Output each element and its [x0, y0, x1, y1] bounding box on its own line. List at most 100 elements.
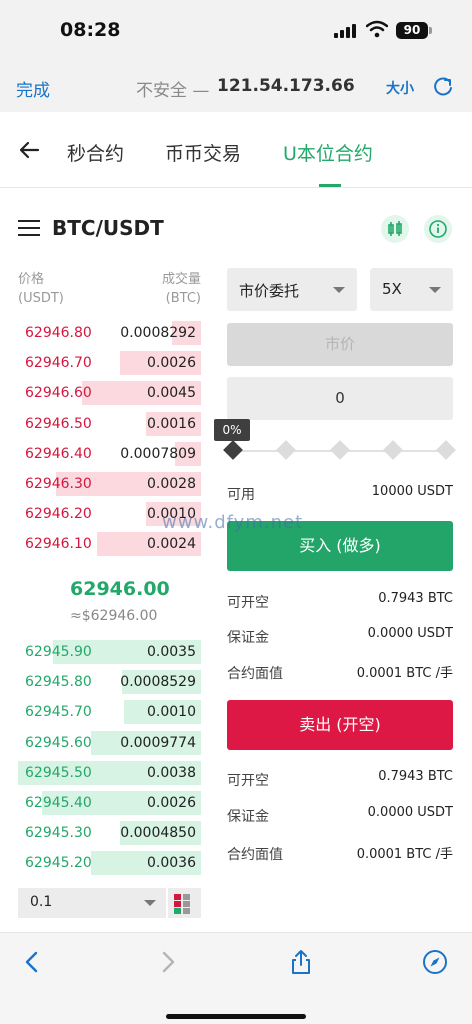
- battery-icon: 90: [396, 22, 428, 39]
- volume-header-label: 成交量: [161, 272, 201, 287]
- volume-column-header: 成交量 (BTC): [162, 270, 201, 308]
- browser-forward-icon[interactable]: [155, 949, 181, 975]
- chevron-down-icon: [429, 287, 441, 293]
- buy-max-open-value: 0.7943 BTC: [378, 591, 453, 606]
- sell-margin-value: 0.0000 USDT: [367, 805, 453, 820]
- book-view-toggle-icon[interactable]: [168, 888, 201, 918]
- ask-price: 62946.70: [25, 355, 92, 372]
- ask-price: 62946.80: [25, 325, 92, 341]
- slider-node-100[interactable]: [436, 440, 456, 460]
- price-column-header: 价格 (USDT): [18, 270, 64, 308]
- ask-row[interactable]: 62946.70 0.0026: [18, 351, 201, 376]
- ask-price: 62946.10: [25, 536, 92, 553]
- reload-icon[interactable]: [432, 76, 454, 98]
- bid-quantity: 0.0036: [147, 855, 196, 872]
- amount-input[interactable]: [227, 377, 453, 420]
- pair-title[interactable]: BTC/USDT: [52, 216, 164, 240]
- bid-row[interactable]: 62945.60 0.0009774: [18, 730, 201, 755]
- last-price-usd: ≈$62946.00: [70, 608, 158, 624]
- sell-contract-size-label: 合约面值: [227, 847, 283, 863]
- sell-contract-size-value: 0.0001 BTC /手: [356, 847, 453, 862]
- back-arrow-icon[interactable]: [18, 139, 40, 161]
- bid-row[interactable]: 62945.30 0.0004850: [18, 821, 201, 846]
- bid-row[interactable]: 62945.40 0.0026: [18, 791, 201, 815]
- url-host[interactable]: 121.54.173.66: [217, 76, 355, 96]
- ask-row[interactable]: 62946.40 0.0007809: [18, 441, 201, 466]
- leverage-value: 5X: [382, 280, 402, 298]
- chevron-down-icon: [144, 900, 156, 906]
- buy-margin-value: 0.0000 USDT: [367, 626, 453, 641]
- bid-row[interactable]: 62945.80 0.0008529: [18, 670, 201, 695]
- ask-quantity: 0.0007809: [120, 445, 196, 462]
- bid-price: 62945.80: [25, 674, 92, 691]
- sell-max-open-label: 可开空: [227, 773, 269, 789]
- browser-toolbar: [0, 932, 472, 1024]
- bid-row[interactable]: 62945.90 0.0035: [18, 640, 201, 664]
- ask-quantity: 0.0024: [147, 536, 196, 553]
- text-size-button[interactable]: 大小: [386, 78, 414, 98]
- ask-row[interactable]: 62946.30 0.0028: [18, 472, 201, 496]
- status-bar: 08:28 90: [0, 0, 472, 62]
- available-value: 10000 USDT: [371, 484, 453, 499]
- sell-max-open-value: 0.7943 BTC: [378, 769, 453, 784]
- bid-price: 62945.70: [25, 704, 92, 721]
- ask-quantity: 0.0016: [147, 415, 196, 432]
- tab-spot-trading[interactable]: 币币交易: [165, 139, 241, 166]
- bid-quantity: 0.0009774: [120, 734, 196, 751]
- bid-row[interactable]: 62945.20 0.0036: [18, 851, 201, 876]
- price-header-label: 价格: [18, 272, 45, 287]
- chevron-down-icon: [333, 287, 345, 293]
- depth-precision-select[interactable]: 0.1: [18, 888, 166, 918]
- top-nav: 秒合约 币币交易 U本位合约: [0, 112, 472, 188]
- slider-node-75[interactable]: [383, 440, 403, 460]
- info-icon[interactable]: [424, 215, 452, 243]
- tab-usdt-futures[interactable]: U本位合约: [283, 139, 373, 166]
- bid-price: 62945.30: [25, 825, 92, 842]
- ask-row[interactable]: 62946.50 0.0016: [18, 411, 201, 436]
- slider-percent-tooltip: 0%: [214, 419, 250, 441]
- order-type-select[interactable]: 市价委托: [227, 268, 357, 311]
- leverage-select[interactable]: 5X: [370, 268, 453, 311]
- bid-row[interactable]: 62945.70 0.0010: [18, 700, 201, 725]
- done-button[interactable]: 完成: [16, 76, 50, 101]
- slider-node-25[interactable]: [276, 440, 296, 460]
- ask-row[interactable]: 62946.60 0.0045: [18, 381, 201, 406]
- ask-price: 62946.30: [25, 476, 92, 492]
- volume-header-unit: (BTC): [165, 291, 201, 306]
- price-header-unit: (USDT): [18, 291, 64, 306]
- ask-row[interactable]: 62946.10 0.0024: [18, 532, 201, 557]
- bid-quantity: 0.0038: [147, 764, 196, 781]
- bid-quantity: 0.0010: [147, 704, 196, 721]
- price-field[interactable]: 市价: [227, 323, 453, 366]
- ask-price: 62946.40: [25, 445, 92, 462]
- bid-price: 62945.50: [25, 764, 92, 781]
- insecure-label: 不安全 —: [136, 81, 210, 101]
- bid-quantity: 0.0008529: [120, 674, 196, 691]
- home-indicator: [166, 1014, 306, 1019]
- bid-row[interactable]: 62945.50 0.0038: [18, 760, 201, 785]
- bid-price: 62945.40: [25, 795, 92, 811]
- tab-second-contract[interactable]: 秒合约: [67, 139, 124, 166]
- ask-row[interactable]: 62946.80 0.0008292: [18, 321, 201, 345]
- slider-node-0[interactable]: [223, 440, 243, 460]
- ask-price: 62946.50: [25, 415, 92, 432]
- compass-icon[interactable]: [422, 949, 448, 975]
- bid-price: 62945.60: [25, 734, 92, 751]
- buy-contract-size-label: 合约面值: [227, 666, 283, 682]
- battery-tip: [429, 27, 432, 34]
- slider-node-50[interactable]: [330, 440, 350, 460]
- share-icon[interactable]: [288, 949, 314, 975]
- browser-back-icon[interactable]: [19, 949, 45, 975]
- status-time: 08:28: [60, 19, 121, 41]
- sell-short-button[interactable]: 卖出 (开空): [227, 700, 453, 750]
- ask-price: 62946.20: [25, 506, 92, 523]
- menu-icon[interactable]: [18, 220, 40, 238]
- kline-icon[interactable]: [381, 215, 409, 243]
- bid-quantity: 0.0035: [147, 644, 196, 660]
- depth-precision-value: 0.1: [30, 894, 53, 910]
- active-tab-indicator: [319, 184, 341, 187]
- bid-price: 62945.20: [25, 855, 92, 872]
- last-price: 62946.00: [70, 578, 170, 600]
- ask-quantity: 0.0008292: [120, 325, 196, 341]
- buy-contract-size-value: 0.0001 BTC /手: [356, 666, 453, 681]
